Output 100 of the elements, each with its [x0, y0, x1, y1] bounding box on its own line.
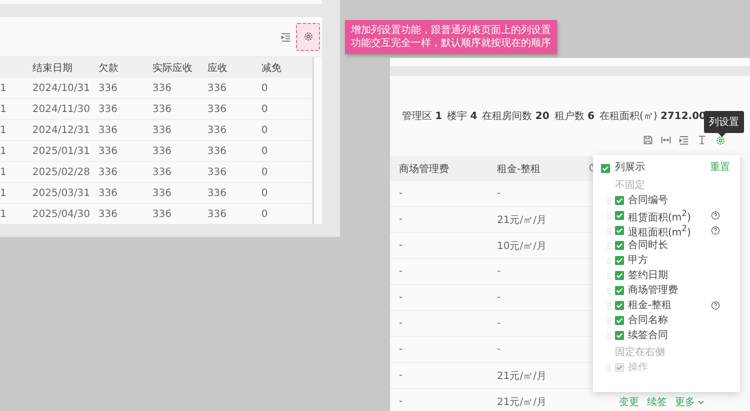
table-cell: 2025/01/31 — [32, 146, 90, 156]
table-cell: - — [497, 318, 501, 329]
table-cell: 336 — [98, 146, 118, 156]
settings-icon[interactable] — [715, 134, 726, 146]
column-option[interactable]: 退租面积(m$^{2}$) — [628, 222, 691, 240]
table-cell: 336 — [207, 82, 226, 94]
column-option[interactable]: 签约日期 — [628, 270, 668, 282]
checkbox[interactable] — [615, 226, 624, 235]
table-cell: 2024/11/30 — [32, 104, 90, 114]
table-cell: - — [399, 240, 403, 251]
table-cell: - — [497, 344, 501, 355]
table-cell: 336 — [207, 166, 226, 178]
checkbox[interactable] — [615, 211, 624, 220]
checkbox[interactable] — [615, 286, 624, 295]
table-cell: 1 — [0, 188, 6, 198]
checkbox[interactable] — [615, 271, 624, 280]
column-header: 结束日期 — [32, 62, 72, 74]
table-cell: 336 — [152, 166, 172, 178]
column-option[interactable]: 合同时长 — [628, 240, 668, 252]
checkbox[interactable] — [615, 256, 624, 265]
checkbox[interactable] — [615, 331, 624, 340]
table-cell: 1 — [0, 82, 6, 94]
table-cell: 1 — [0, 124, 6, 136]
table-cell: 336 — [207, 208, 226, 220]
table-cell: 336 — [98, 208, 118, 220]
column-option[interactable]: 合同名称 — [628, 314, 668, 326]
table-cell: 336 — [98, 104, 118, 114]
indent-icon[interactable] — [679, 135, 689, 145]
checkbox[interactable] — [615, 196, 624, 205]
table-cell: 336 — [207, 124, 226, 136]
column-option[interactable]: 商场管理费 — [628, 284, 678, 296]
table-cell: 336 — [98, 188, 118, 198]
caret-icon — [698, 400, 704, 404]
table-cell: 2024/10/31 — [32, 82, 90, 94]
table-cell: 336 — [152, 82, 172, 94]
indent-icon[interactable] — [281, 32, 291, 42]
table-cell: 2024/12/31 — [32, 124, 90, 136]
stat-label: 管理区 1 — [402, 110, 442, 123]
table-cell: - — [497, 188, 501, 199]
checkbox[interactable] — [615, 301, 624, 310]
table-cell: 336 — [98, 124, 118, 136]
checkbox[interactable] — [615, 316, 624, 325]
table-cell: - — [497, 266, 501, 277]
table-cell: 1 — [0, 208, 6, 220]
table-cell: - — [399, 214, 403, 225]
table-cell: 0 — [261, 124, 268, 136]
column-option[interactable]: 甲方 — [628, 254, 648, 266]
column-option[interactable]: 续签合同 — [628, 330, 668, 342]
table-cell: 21元/㎡/月 — [497, 214, 546, 226]
table-cell: 336 — [207, 104, 226, 114]
table-cell: 336 — [152, 208, 172, 220]
table-cell: 0 — [261, 166, 268, 178]
table-cell: 0 — [261, 146, 268, 156]
table-cell: 336 — [152, 124, 172, 136]
stat-label: 楼宇 4 — [447, 110, 478, 123]
column-option[interactable]: 合同编号 — [628, 194, 668, 206]
annotation-note: 增加列设置功能，跟普通列表页面上的列设置功能交互完全一样，默认顺序就按现在的顺序 — [345, 20, 557, 54]
table-cell: 10元/㎡/月 — [497, 240, 546, 252]
group-label: 不固定 — [615, 180, 646, 192]
column-option[interactable]: 租金-整租 — [628, 300, 672, 312]
save-icon[interactable] — [643, 135, 653, 145]
table-cell: 21元/㎡/月 — [497, 370, 546, 382]
checkbox[interactable] — [615, 241, 624, 250]
table-cell: 1 — [0, 104, 6, 114]
column-option[interactable]: 租赁面积(m$^{2}$) — [628, 206, 691, 224]
table-cell: 336 — [152, 104, 172, 114]
table-cell: 1 — [0, 146, 6, 156]
table-cell: - — [399, 396, 403, 407]
column-width-icon[interactable] — [661, 135, 671, 145]
table-cell: - — [399, 344, 403, 355]
checkbox-label: 列展示 — [615, 162, 645, 174]
table-cell: 21元/㎡/月 — [497, 396, 546, 408]
group-label: 固定在右侧 — [615, 347, 666, 359]
table-cell: - — [399, 266, 403, 277]
table-cell: 2025/03/31 — [32, 188, 90, 198]
table-cell: - — [399, 318, 403, 329]
stat-label: 在租房间数 20 — [482, 110, 550, 123]
table-cell: - — [399, 370, 403, 381]
table-cell: 0 — [261, 208, 268, 220]
table-cell: 336 — [152, 146, 172, 156]
column-header: 实际应收 — [152, 62, 192, 74]
column-header: 欠款 — [98, 62, 118, 74]
table-cell: 0 — [261, 104, 268, 114]
table-cell: 2025/04/30 — [32, 208, 90, 220]
table-cell: 336 — [98, 82, 118, 94]
table-cell: 1 — [0, 166, 6, 178]
table-cell: - — [399, 188, 403, 199]
table-cell: 0 — [261, 82, 268, 94]
column-header: 应收 — [207, 62, 228, 74]
table-cell: 2025/02/28 — [32, 166, 90, 178]
table-cell: 0 — [261, 188, 268, 198]
stat-label: 租户数 6 — [554, 110, 594, 123]
table-cell: 336 — [152, 188, 172, 198]
checkbox[interactable] — [601, 164, 610, 172]
column-header: 商场管理费 — [399, 164, 449, 174]
settings-button[interactable] — [296, 22, 320, 50]
table-cell: - — [497, 292, 501, 303]
text-height-icon[interactable] — [697, 135, 707, 145]
column-header: 租金-整租 — [497, 164, 541, 174]
table-cell: 336 — [98, 166, 118, 178]
